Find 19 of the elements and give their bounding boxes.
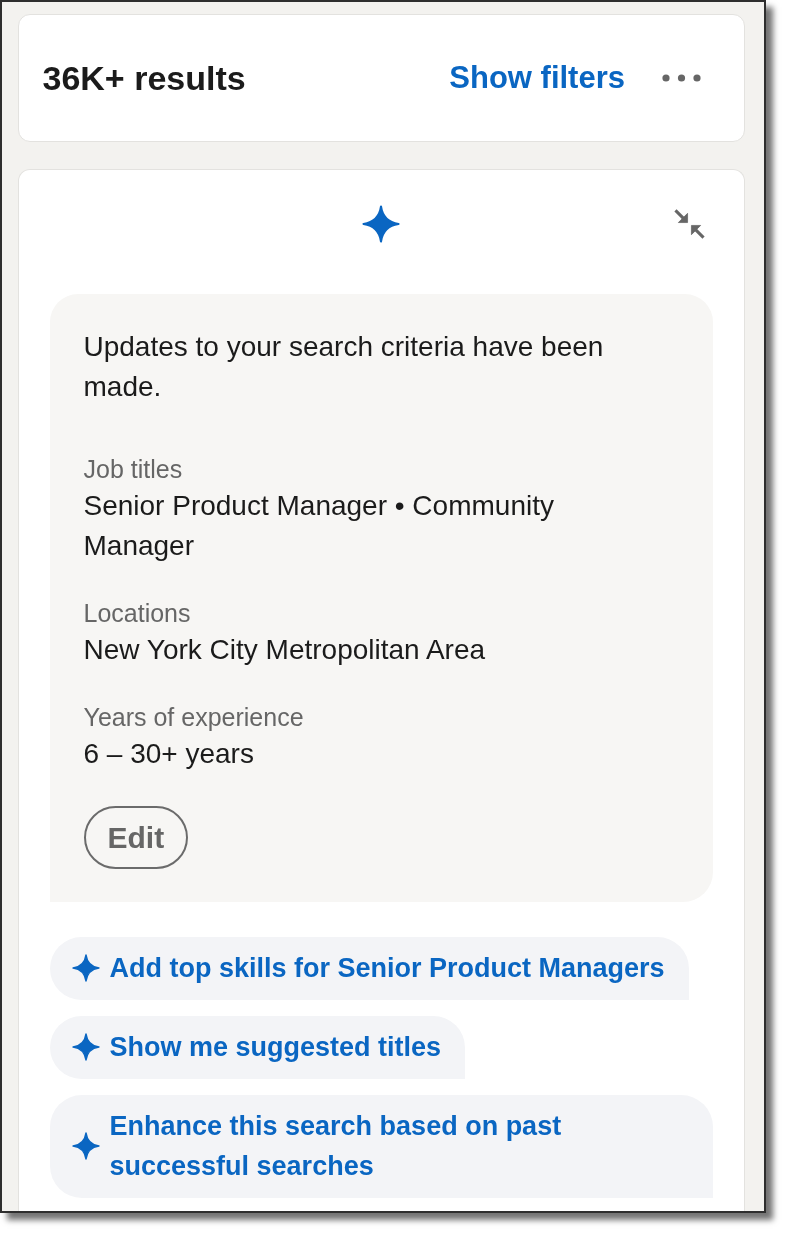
- criteria-label: Years of experience: [83, 702, 305, 733]
- criteria-value: 6 – 30+ years: [83, 737, 255, 771]
- criteria-value: Senior Product Manager • Community Manager: [83, 489, 555, 563]
- more-icon[interactable]: [662, 74, 701, 82]
- sparkle-icon: [362, 205, 401, 243]
- message-text: Updates to your search criteria have been made.: [83, 330, 605, 404]
- collapse-icon[interactable]: [674, 209, 705, 239]
- suggestion-button[interactable]: Show me suggested titles: [49, 1016, 466, 1079]
- criteria-label: Locations: [83, 598, 192, 629]
- edit-button[interactable]: Edit: [83, 806, 189, 869]
- suggestion-button[interactable]: Enhance this search based on past successful searches: [49, 1095, 713, 1198]
- show-filters-link[interactable]: Show filters: [449, 58, 625, 98]
- sparkle-icon: [71, 1033, 100, 1061]
- suggestion-button[interactable]: Add top skills for Senior Product Managers: [49, 937, 689, 1000]
- criteria-label: Job titles: [83, 454, 184, 485]
- results-count: 36K+ results: [42, 58, 246, 98]
- criteria-value: New York City Metropolitan Area: [83, 633, 487, 667]
- sparkle-icon: [71, 1132, 100, 1160]
- sparkle-icon: [71, 954, 100, 982]
